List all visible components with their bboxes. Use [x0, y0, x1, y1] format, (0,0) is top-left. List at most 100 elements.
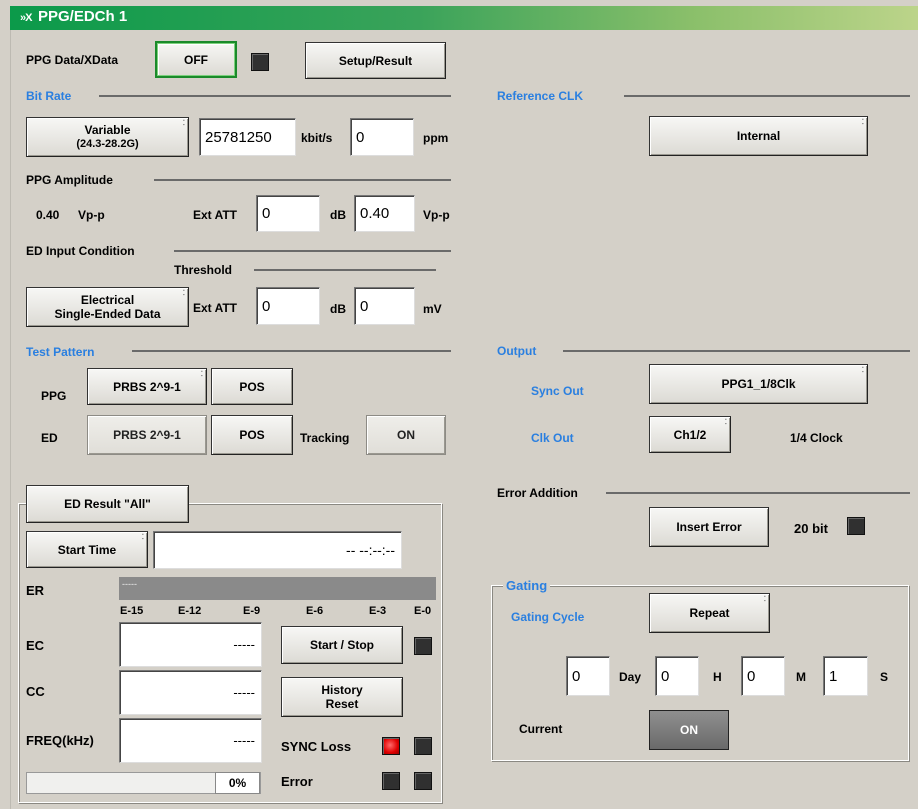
freq-display: -----: [119, 718, 262, 763]
bit-rate-unit: kbit/s: [301, 131, 333, 145]
ed-ext-att-label: Ext ATT: [193, 301, 237, 315]
insert-error-button[interactable]: Insert Error: [649, 507, 769, 547]
gating-day-input[interactable]: 0: [566, 656, 610, 696]
start-time-button[interactable]: Start Time ⁚: [26, 531, 148, 568]
sync-loss-history-led: [414, 737, 432, 755]
ppg-amplitude-input-unit: Vp-p: [423, 208, 450, 222]
ppg-amplitude-input[interactable]: 0.40: [354, 195, 415, 232]
ed-input-section-title: ED Input Condition: [26, 244, 135, 258]
more-dots-icon: ⁚: [141, 534, 144, 541]
bit-rate-divider: [99, 95, 451, 97]
reference-clk-button[interactable]: Internal ⁚: [649, 116, 868, 156]
clk-out-note: 1/4 Clock: [790, 431, 843, 445]
gating-cycle-value: Repeat: [689, 606, 730, 620]
sync-loss-label: SYNC Loss: [281, 739, 352, 754]
gating-hour-input[interactable]: 0: [655, 656, 699, 696]
variable-button-line1: Variable: [84, 123, 131, 137]
ppg-amplitude-value: 0.40: [36, 208, 60, 222]
setup-result-button[interactable]: Setup/Result: [305, 42, 446, 79]
ed-input-divider: [174, 250, 451, 252]
history-reset-button[interactable]: History Reset: [281, 677, 403, 717]
ed-pos-button[interactable]: POS: [211, 415, 293, 455]
progress-bar: 0%: [26, 772, 261, 794]
history-reset-line1: History: [321, 683, 363, 697]
clk-out-button[interactable]: Ch1/2 ⁚: [649, 416, 731, 453]
test-pattern-section-title: Test Pattern: [26, 345, 95, 359]
window-titlebar: »X PPG/EDCh 1: [10, 6, 918, 30]
sync-out-button[interactable]: PPG1_1/8Clk ⁚: [649, 364, 868, 404]
gating-current-toggle[interactable]: ON: [649, 710, 729, 750]
sync-out-label: Sync Out: [531, 384, 584, 398]
threshold-input[interactable]: 0: [354, 287, 415, 325]
more-dots-icon: ⁚: [861, 367, 864, 374]
tracking-label: Tracking: [300, 431, 350, 445]
gating-hour-unit: H: [713, 670, 722, 684]
more-dots-icon: ⁚: [861, 119, 864, 126]
gating-cycle-label: Gating Cycle: [511, 610, 585, 624]
tracking-toggle[interactable]: ON: [366, 415, 446, 455]
ed-input-button-line2: Single-Ended Data: [54, 307, 161, 321]
sync-loss-current-led: [382, 737, 400, 755]
scale-e9: E-9: [243, 605, 261, 617]
gating-minute-input[interactable]: 0: [741, 656, 785, 696]
ppg-amplitude-unit: Vp-p: [78, 208, 105, 222]
error-bits-label: 20 bit: [794, 521, 828, 536]
ppg-pattern-label: PPG: [41, 389, 67, 403]
er-bar: -----: [119, 577, 436, 600]
ppg-data-label: PPG Data/XData: [26, 53, 119, 67]
ed-input-button-line1: Electrical: [80, 293, 135, 307]
output-section-title: Output: [497, 344, 537, 358]
ppg-db-unit: dB: [330, 208, 346, 222]
ppg-pattern-button[interactable]: PRBS 2^9-1 ⁚: [87, 368, 207, 405]
threshold-unit: mV: [423, 302, 442, 316]
variable-button-line2: (24.3-28.2G): [76, 138, 139, 150]
ed-pattern-button[interactable]: PRBS 2^9-1: [87, 415, 207, 455]
more-dots-icon: ⁚: [724, 419, 727, 426]
ppm-input[interactable]: 0: [350, 118, 414, 156]
ppg-data-off-button[interactable]: OFF: [155, 41, 237, 78]
scale-e12: E-12: [178, 605, 202, 617]
start-stop-led: [414, 637, 432, 655]
ed-result-all-button[interactable]: ED Result "All": [26, 485, 189, 523]
scale-e6: E-6: [306, 605, 324, 617]
window-title: PPG/EDCh 1: [38, 8, 128, 25]
error-addition-section-title: Error Addition: [497, 486, 578, 500]
ppg-pos-button[interactable]: POS: [211, 368, 293, 405]
error-addition-led: [847, 517, 865, 535]
ppg-pattern-value: PRBS 2^9-1: [113, 379, 181, 394]
ed-pattern-value: PRBS 2^9-1: [113, 428, 181, 442]
bit-rate-section-title: Bit Rate: [26, 89, 72, 103]
close-x-icon[interactable]: »X: [20, 12, 33, 24]
bit-rate-input[interactable]: 25781250: [199, 118, 296, 156]
gating-section-title: Gating: [503, 578, 551, 593]
er-label: ER: [26, 583, 45, 598]
ec-label: EC: [26, 638, 45, 653]
ed-ext-att-input[interactable]: 0: [256, 287, 320, 325]
start-time-label: Start Time: [57, 542, 117, 557]
sync-out-value: PPG1_1/8Clk: [721, 377, 796, 391]
start-stop-button[interactable]: Start / Stop: [281, 626, 403, 664]
more-dots-icon: ⁚: [182, 290, 185, 297]
progress-text: 0%: [215, 772, 260, 794]
ed-input-condition-button[interactable]: Electrical Single-Ended Data ⁚: [26, 287, 189, 327]
ppg-ext-att-input[interactable]: 0: [256, 195, 320, 232]
gating-second-unit: S: [880, 670, 889, 684]
bit-rate-variable-button[interactable]: Variable (24.3-28.2G) ⁚: [26, 117, 189, 157]
ed-db-unit: dB: [330, 302, 346, 316]
clk-out-label: Clk Out: [531, 431, 574, 445]
more-dots-icon: ⁚: [763, 596, 766, 603]
output-divider: [563, 350, 910, 352]
reference-clk-section-title: Reference CLK: [497, 89, 584, 103]
scale-e0: E-0: [414, 605, 432, 617]
reference-clk-value: Internal: [736, 129, 781, 143]
gating-cycle-button[interactable]: Repeat ⁚: [649, 593, 770, 633]
ppg-data-led: [251, 53, 269, 71]
ec-display: -----: [119, 622, 262, 667]
gating-second-input[interactable]: 1: [823, 656, 868, 696]
gating-day-unit: Day: [619, 670, 642, 684]
freq-label: FREQ(kHz): [26, 733, 94, 748]
error-current-led: [382, 772, 400, 790]
error-addition-divider: [606, 492, 910, 494]
scale-e15: E-15: [120, 605, 144, 617]
ppg-amplitude-divider: [154, 179, 451, 181]
